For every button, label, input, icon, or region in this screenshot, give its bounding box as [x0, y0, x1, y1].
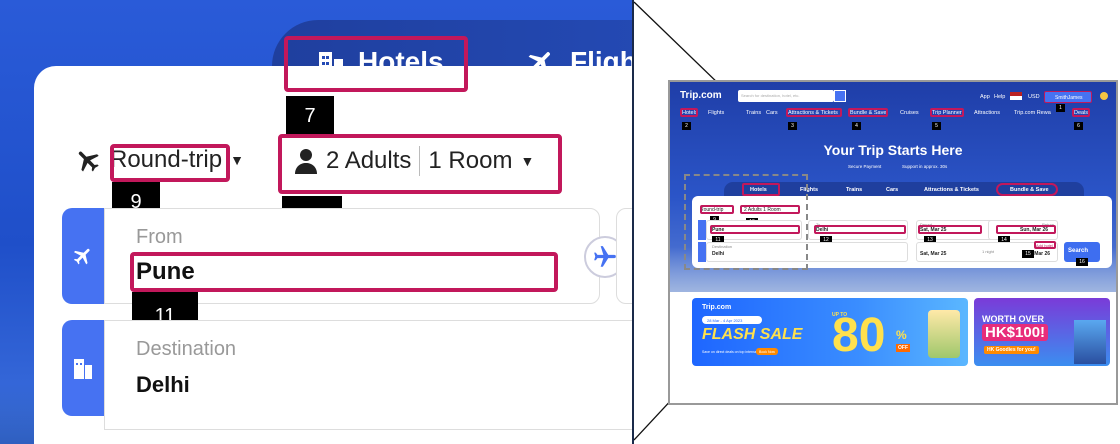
highlight-box-4: [848, 108, 888, 117]
badge-5: 5: [932, 122, 941, 130]
banner-landmark-image: [928, 310, 960, 358]
checkin-value: Sat, Mar 25: [920, 251, 947, 257]
airplane-icon: [78, 151, 99, 172]
from-side-strip: [62, 208, 104, 304]
banner2-line2: HK$100!: [982, 324, 1049, 341]
banner2-skyline-image: [1074, 320, 1106, 364]
hotel-building-icon: [74, 359, 92, 379]
flag-icon[interactable]: [1010, 92, 1022, 100]
search-icon[interactable]: [834, 90, 846, 102]
highlight-box-12: [814, 225, 906, 234]
nav-rewards[interactable]: Trip.com Rewa: [1014, 110, 1051, 116]
book-now-button[interactable]: Book Now: [756, 348, 778, 355]
highlight-box-5: [930, 108, 964, 117]
highlight-box-6: [1072, 108, 1090, 117]
nav-cars[interactable]: Cars: [766, 110, 778, 116]
highlight-box-14: [996, 225, 1056, 234]
badge-15: 15: [1022, 250, 1034, 258]
banner-brand: Trip.com: [702, 304, 732, 311]
highlight-box-9: [110, 144, 230, 182]
highlight-box-15: [1034, 241, 1056, 249]
destination-side-strip: [62, 320, 104, 416]
nav-flights[interactable]: Flights: [708, 110, 724, 116]
nights-count: 1 night: [982, 249, 995, 254]
logo[interactable]: Trip.com: [680, 90, 722, 101]
hk-goodies-banner[interactable]: WORTH OVER HK$100! HK Goodies for you!: [974, 298, 1110, 366]
app-link[interactable]: App: [980, 94, 990, 100]
airplane-icon: [73, 248, 90, 265]
zoom-region-indicator: [684, 174, 808, 270]
banner-percent: 80: [832, 309, 886, 362]
banner2-line3: HK Goodies for you!: [984, 346, 1039, 354]
tab-flights-label: Fligh: [570, 46, 634, 77]
nav-cruises[interactable]: Cruises: [900, 110, 919, 116]
badge-6: 6: [1074, 122, 1083, 130]
banner2-line1: WORTH OVER: [982, 314, 1044, 324]
search-placeholder: Search for destination, hotel, etc.: [741, 93, 800, 98]
badge-1: 1: [1056, 104, 1065, 112]
header-search-input[interactable]: Search for destination, hotel, etc.: [738, 90, 834, 102]
zoom-panel: Hotels Fligh 7 Round-trip ▼ 9 2 Adults 1…: [0, 0, 634, 444]
banner-off: OFF: [896, 344, 910, 352]
support-text: Support in approx. 30s: [902, 164, 948, 169]
highlight-box-11: [130, 252, 558, 292]
user-account-button[interactable]: SmithJames: [1044, 91, 1092, 103]
booking-tab-cars[interactable]: Cars: [886, 187, 898, 193]
badge-3: 3: [788, 122, 797, 130]
book-now-label: Book Now: [759, 349, 775, 354]
screenshot-root: Hotels Fligh 7 Round-trip ▼ 9 2 Adults 1…: [0, 0, 1120, 444]
highlight-box-2: [680, 108, 698, 117]
highlight-box-13: [918, 225, 982, 234]
destination-label: Destination: [136, 338, 237, 360]
highlight-box-7: [284, 36, 468, 92]
booking-tab-trains[interactable]: Trains: [846, 187, 862, 193]
badge-2: 2: [682, 122, 691, 130]
airplane-icon: [528, 52, 550, 74]
nav-trains[interactable]: Trains: [746, 110, 761, 116]
tab-flights[interactable]: Fligh: [526, 46, 634, 78]
secure-payment-text: Secure Payment: [848, 164, 882, 169]
banner-date-pill: 28 Mar - 4 Apr 2023: [702, 316, 762, 324]
chevron-down-icon: ▼: [230, 152, 244, 168]
to-field-edge[interactable]: [616, 208, 632, 304]
destination-value: Delhi: [136, 372, 190, 397]
banner-dates: 28 Mar - 4 Apr 2023: [707, 318, 743, 323]
hero-title: Your Trip Starts Here: [823, 142, 963, 158]
highlight-box-10: [278, 134, 562, 194]
airplane-icon: [594, 246, 616, 267]
percent-symbol: %: [896, 328, 907, 342]
currency-link[interactable]: USD: [1028, 94, 1040, 100]
coin-icon: [1100, 92, 1108, 100]
from-label: From: [136, 226, 183, 248]
highlight-box-8: [996, 183, 1058, 196]
badge-16: 16: [1076, 258, 1088, 266]
search-button-label: Search: [1068, 248, 1089, 254]
banner-headline: FLASH SALE: [702, 326, 803, 343]
nav-attractions[interactable]: Attractions: [974, 110, 1000, 116]
user-name: SmithJames: [1055, 95, 1083, 101]
booking-tab-attractions[interactable]: Attractions & Tickets: [924, 187, 979, 193]
mini-page-preview: Trip.com Search for destination, hotel, …: [668, 80, 1118, 405]
badge-4: 4: [852, 122, 861, 130]
flash-sale-banner[interactable]: Trip.com 28 Mar - 4 Apr 2023 FLASH SALE …: [692, 298, 968, 366]
highlight-box-3: [786, 108, 842, 117]
help-link[interactable]: Help: [994, 94, 1005, 100]
badge-7: 7: [286, 96, 334, 136]
